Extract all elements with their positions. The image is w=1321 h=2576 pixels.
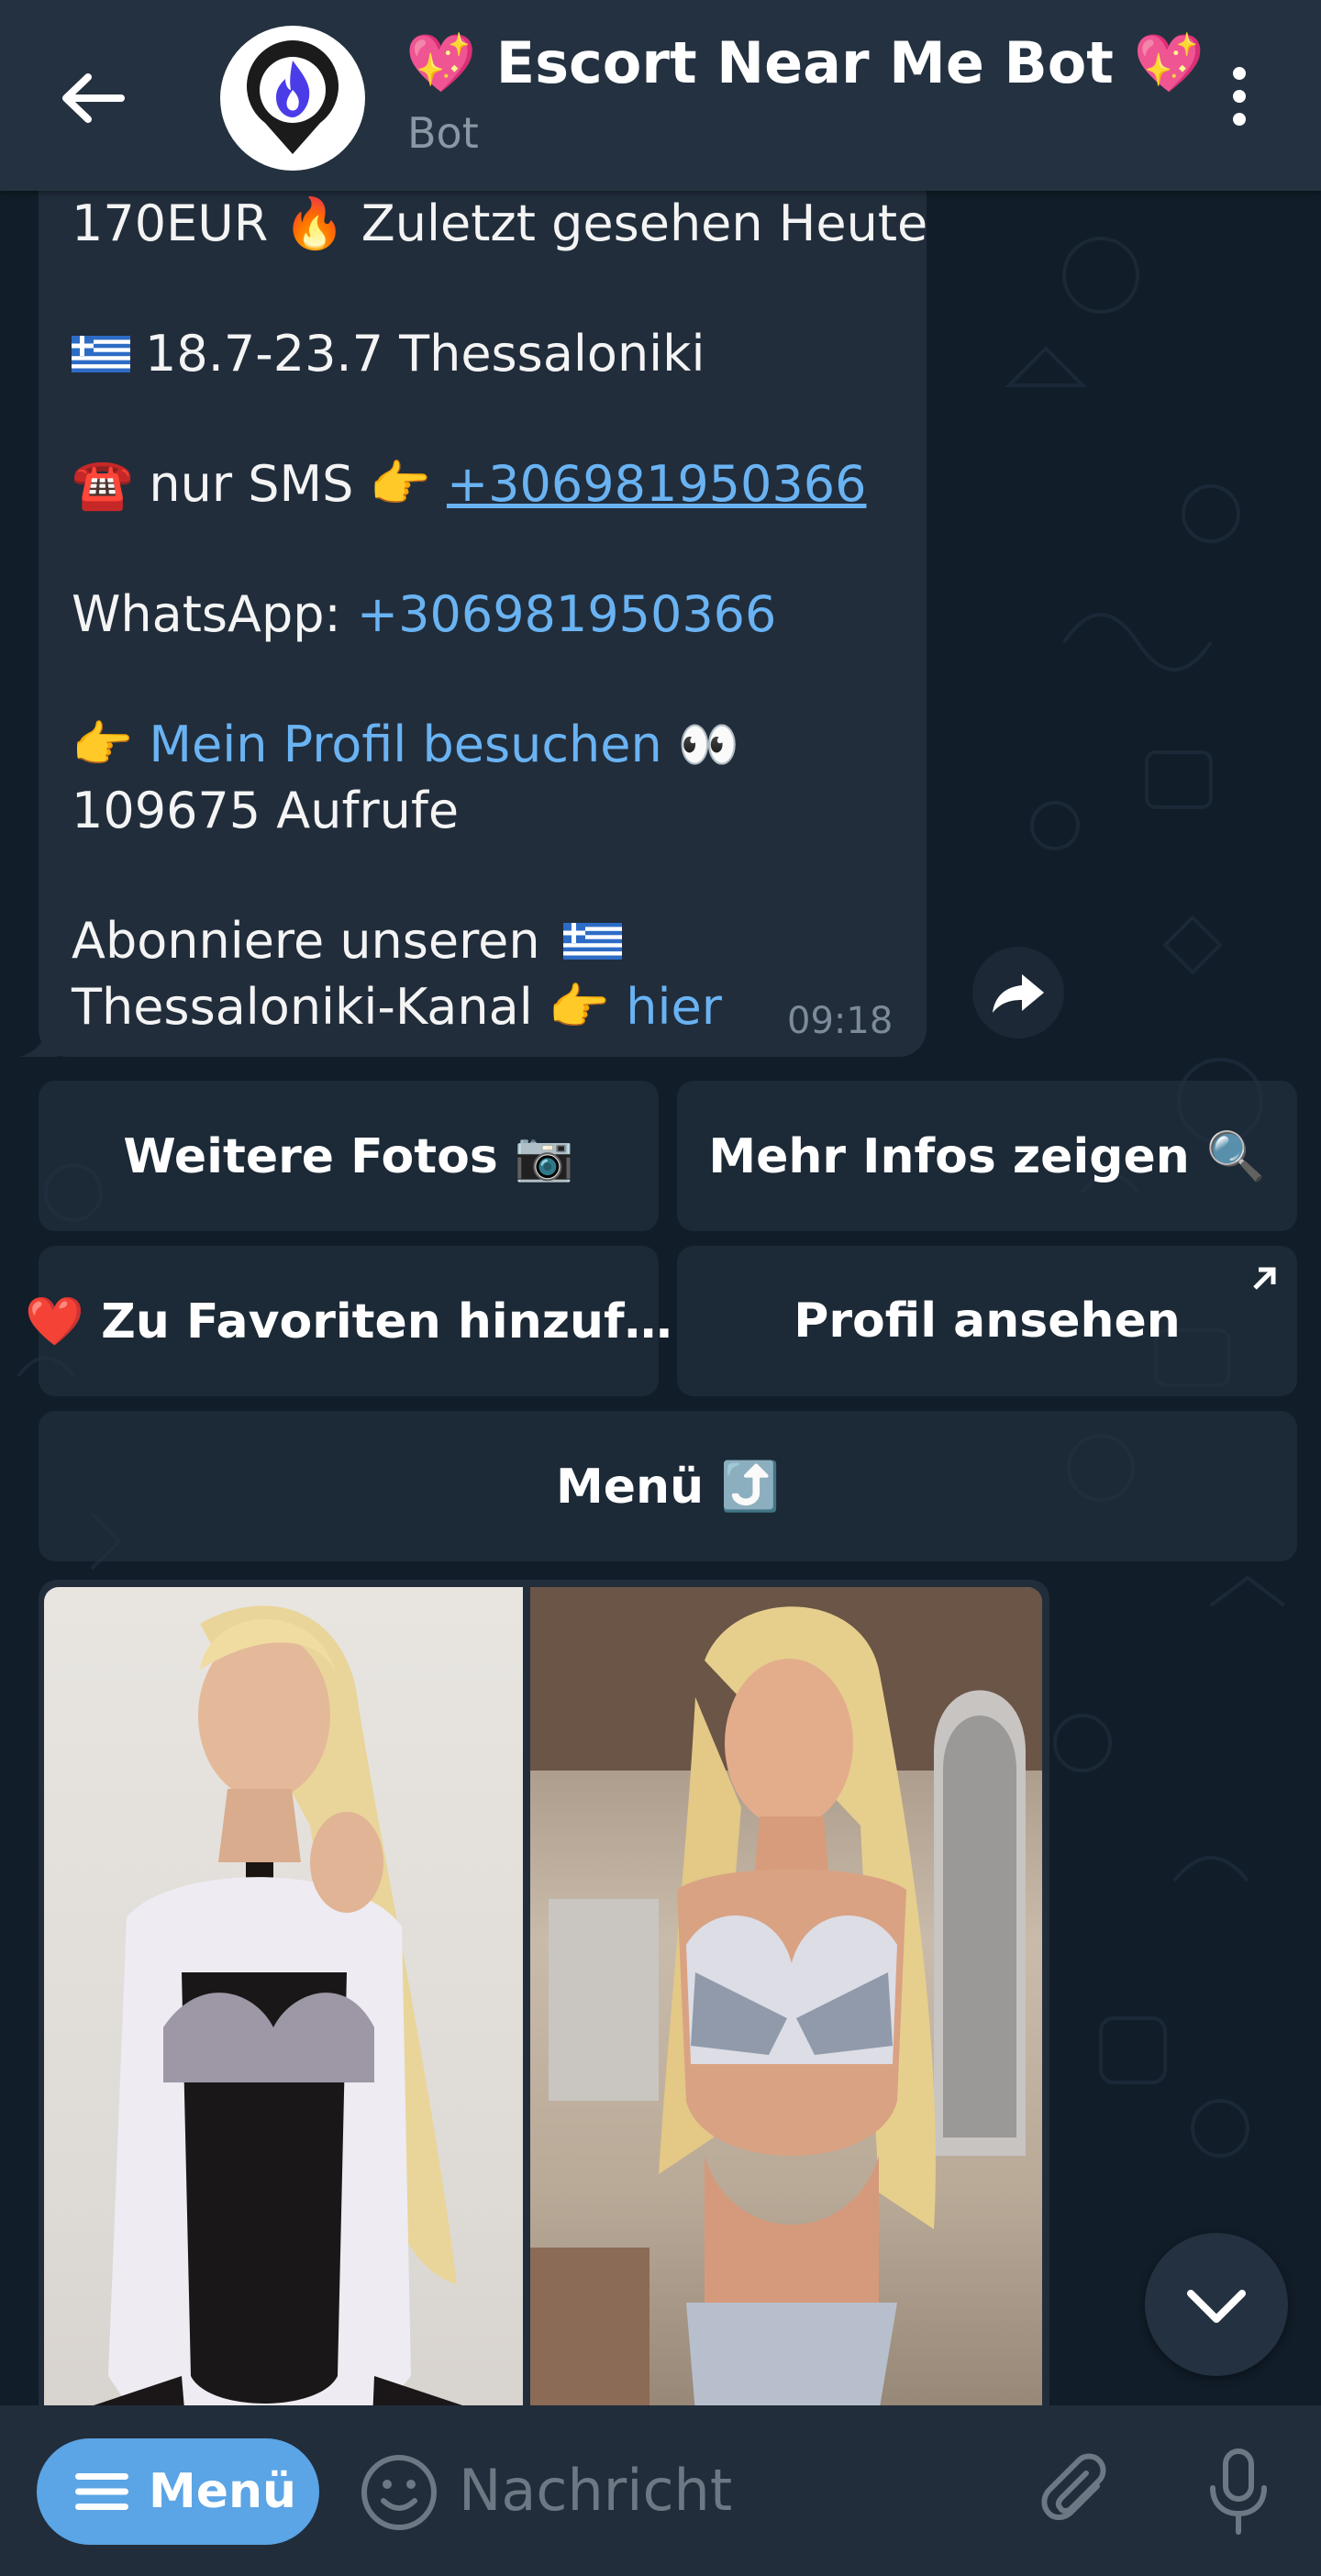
greece-flag-icon <box>562 923 622 960</box>
bot-menu-label: Menü <box>149 2464 297 2519</box>
microphone-icon[interactable] <box>1205 2448 1271 2536</box>
whatsapp-phone-link[interactable]: +306981950366 <box>357 585 777 643</box>
message-line-sms: ☎️ nur SMS 👉 +306981950366 <box>72 455 866 514</box>
bot-menu-button[interactable]: Menü <box>37 2438 319 2545</box>
bubble-tail <box>20 1029 57 1057</box>
message-line-whatsapp: WhatsApp: +306981950366 <box>72 585 776 643</box>
greece-flag-icon <box>72 336 130 372</box>
message-line-views: 109675 Aufrufe <box>72 782 460 839</box>
add-favorites-button[interactable]: ❤️ Zu Favoriten hinzuf… <box>25 1246 672 1396</box>
emoji-icon[interactable] <box>360 2453 438 2532</box>
channel-link[interactable]: hier <box>626 978 722 1036</box>
chat-title[interactable]: 💖 Escort Near Me Bot 💖 <box>405 29 1204 103</box>
hamburger-menu-icon <box>75 2473 128 2510</box>
profile-prefix-text: 👉 <box>72 716 150 773</box>
sms-prefix-text: ☎️ nur SMS 👉 <box>72 455 447 513</box>
flame-pin-icon <box>247 40 339 154</box>
message-line-dates: 18.7-23.7 Thessaloniki <box>72 325 705 383</box>
subscribe-text: Abonniere unseren <box>72 912 540 970</box>
more-photos-button[interactable]: Weitere Fotos 📷 <box>39 1081 659 1231</box>
message-line-profile: 👉 Mein Profil besuchen 👀 <box>72 716 739 774</box>
message-input-bar: Menü <box>0 2405 1321 2576</box>
more-options-button[interactable] <box>1211 64 1268 128</box>
chevron-down-icon <box>1187 2290 1246 2323</box>
forward-button[interactable] <box>972 947 1064 1038</box>
scroll-down-button[interactable] <box>1145 2233 1288 2376</box>
view-profile-label: Profil ansehen <box>794 1294 1181 1349</box>
message-input[interactable] <box>459 2444 972 2536</box>
paperclip-icon[interactable] <box>1037 2451 1119 2534</box>
message-line-subscribe: Abonniere unseren <box>72 912 637 970</box>
message-time: 09:18 <box>787 1000 894 1042</box>
telegram-chat-screen: 💖 Escort Near Me Bot 💖 Bot 170EUR 🔥 Zule… <box>0 0 1321 2576</box>
menu-inline-button[interactable]: Menü ⤴️ <box>39 1411 1297 1561</box>
back-button[interactable] <box>57 66 130 130</box>
chat-subtitle: Bot <box>407 108 479 158</box>
bot-avatar[interactable] <box>220 26 365 171</box>
dates-location-text: 18.7-23.7 Thessaloniki <box>145 325 705 383</box>
external-link-icon <box>1253 1267 1276 1290</box>
whatsapp-prefix-text: WhatsApp: <box>72 585 357 643</box>
channel-prefix-text: Thessaloniki-Kanal 👉 <box>72 978 627 1036</box>
message-line-channel: Thessaloniki-Kanal 👉 hier <box>72 978 722 1037</box>
view-profile-button[interactable]: Profil ansehen <box>677 1246 1297 1396</box>
share-arrow-icon <box>993 974 1044 1013</box>
profile-link[interactable]: Mein Profil besuchen <box>149 716 661 773</box>
message-line-price: 170EUR 🔥 Zuletzt gesehen Heute <box>72 194 928 252</box>
chat-header: 💖 Escort Near Me Bot 💖 Bot <box>0 0 1321 191</box>
arrow-left-icon <box>62 73 125 123</box>
profile-suffix-text: 👀 <box>661 716 740 773</box>
sms-phone-link[interactable]: +306981950366 <box>447 455 867 513</box>
more-vertical-icon <box>1233 67 1246 126</box>
more-info-button[interactable]: Mehr Infos zeigen 🔍 <box>677 1081 1297 1231</box>
